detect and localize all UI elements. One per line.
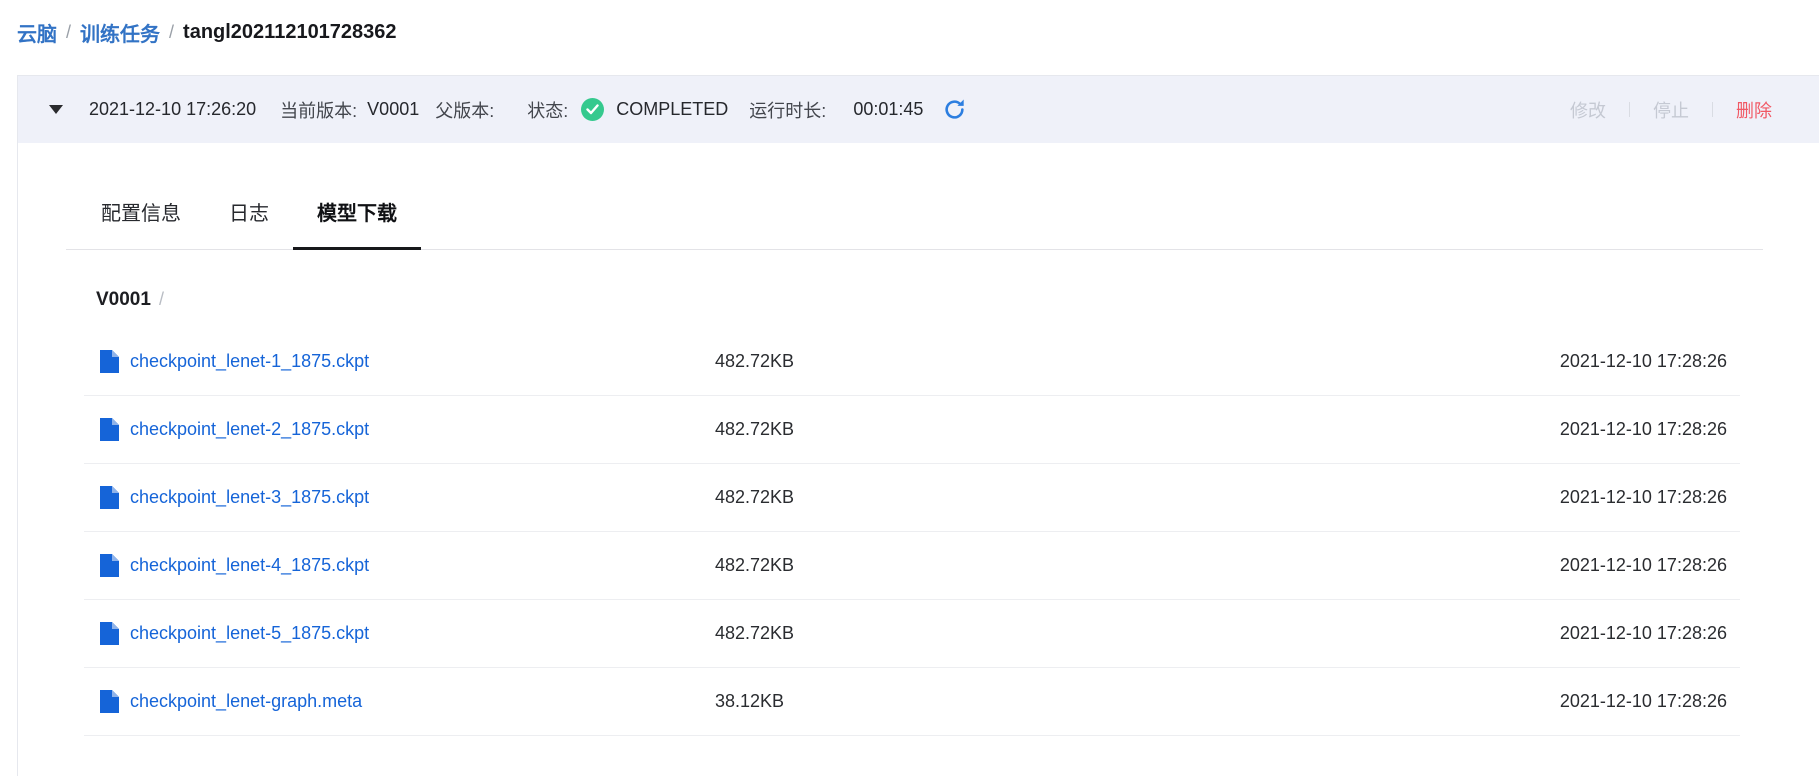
file-modified-time: 2021-12-10 17:28:26 (794, 419, 1740, 440)
file-download-link[interactable]: checkpoint_lenet-2_1875.ckpt (130, 419, 369, 440)
collapse-caret-icon[interactable] (49, 105, 63, 114)
file-size: 482.72KB (715, 623, 794, 644)
table-row: checkpoint_lenet-2_1875.ckpt 482.72KB 20… (84, 396, 1740, 464)
file-icon (100, 486, 119, 509)
file-download-link[interactable]: checkpoint_lenet-graph.meta (130, 691, 362, 712)
file-icon (100, 418, 119, 441)
file-name-cell: checkpoint_lenet-graph.meta (84, 690, 715, 713)
file-modified-time: 2021-12-10 17:28:26 (794, 555, 1740, 576)
file-name-cell: checkpoint_lenet-3_1875.ckpt (84, 486, 715, 509)
table-row: checkpoint_lenet-1_1875.ckpt 482.72KB 20… (84, 328, 1740, 396)
file-name-cell: checkpoint_lenet-2_1875.ckpt (84, 418, 715, 441)
breadcrumb-separator: / (169, 22, 174, 43)
breadcrumb-link-training-tasks[interactable]: 训练任务 (80, 18, 160, 47)
file-size: 38.12KB (715, 691, 784, 712)
tab-model-download[interactable]: 模型下载 (293, 189, 421, 250)
version-path-root[interactable]: V0001 (96, 289, 151, 311)
file-size: 482.72KB (715, 487, 794, 508)
parent-version-label: 父版本: (435, 97, 494, 123)
status-label: 状态: (527, 97, 568, 123)
file-modified-time: 2021-12-10 17:28:26 (784, 691, 1740, 712)
breadcrumb-separator: / (66, 22, 71, 43)
action-divider (1629, 102, 1630, 117)
file-name-cell: checkpoint_lenet-5_1875.ckpt (84, 622, 715, 645)
file-size: 482.72KB (715, 351, 794, 372)
task-detail-card: 2021-12-10 17:26:20 当前版本: V0001 父版本: 状态:… (17, 75, 1819, 776)
check-circle-icon (581, 98, 604, 121)
file-download-link[interactable]: checkpoint_lenet-5_1875.ckpt (130, 623, 369, 644)
breadcrumb-link-cloudbrain[interactable]: 云脑 (17, 18, 57, 47)
file-icon (100, 690, 119, 713)
modify-button[interactable]: 修改 (1570, 97, 1606, 123)
tab-logs[interactable]: 日志 (205, 189, 293, 250)
file-modified-time: 2021-12-10 17:28:26 (794, 487, 1740, 508)
tab-bar: 配置信息 日志 模型下载 (66, 143, 1763, 250)
file-download-link[interactable]: checkpoint_lenet-4_1875.ckpt (130, 555, 369, 576)
current-version-label: 当前版本: (280, 97, 357, 123)
refresh-icon[interactable] (943, 98, 966, 121)
current-version-value: V0001 (367, 99, 419, 120)
file-download-link[interactable]: checkpoint_lenet-1_1875.ckpt (130, 351, 369, 372)
task-created-timestamp: 2021-12-10 17:26:20 (89, 99, 256, 120)
file-size: 482.72KB (715, 555, 794, 576)
duration-label: 运行时长: (749, 97, 826, 123)
duration-value: 00:01:45 (853, 99, 923, 120)
file-download-link[interactable]: checkpoint_lenet-3_1875.ckpt (130, 487, 369, 508)
file-modified-time: 2021-12-10 17:28:26 (794, 351, 1740, 372)
status-badge: COMPLETED (616, 99, 728, 120)
breadcrumb-current-task: tangl202112101728362 (183, 21, 397, 44)
breadcrumb: 云脑 / 训练任务 / tangl202112101728362 (17, 18, 397, 47)
task-actions: 修改 停止 删除 (1570, 97, 1772, 123)
delete-button[interactable]: 删除 (1736, 97, 1772, 123)
file-list: checkpoint_lenet-1_1875.ckpt 482.72KB 20… (84, 328, 1740, 736)
version-path-separator: / (159, 289, 164, 310)
file-icon (100, 350, 119, 373)
table-row: checkpoint_lenet-3_1875.ckpt 482.72KB 20… (84, 464, 1740, 532)
version-path: V0001 / (96, 289, 1819, 311)
table-row: checkpoint_lenet-5_1875.ckpt 482.72KB 20… (84, 600, 1740, 668)
file-icon (100, 622, 119, 645)
file-name-cell: checkpoint_lenet-4_1875.ckpt (84, 554, 715, 577)
table-row: checkpoint_lenet-4_1875.ckpt 482.72KB 20… (84, 532, 1740, 600)
table-row: checkpoint_lenet-graph.meta 38.12KB 2021… (84, 668, 1740, 736)
action-divider (1712, 102, 1713, 117)
task-header-bar: 2021-12-10 17:26:20 当前版本: V0001 父版本: 状态:… (18, 76, 1819, 143)
file-modified-time: 2021-12-10 17:28:26 (794, 623, 1740, 644)
tab-config-info[interactable]: 配置信息 (77, 189, 205, 250)
stop-button[interactable]: 停止 (1653, 97, 1689, 123)
file-size: 482.72KB (715, 419, 794, 440)
file-name-cell: checkpoint_lenet-1_1875.ckpt (84, 350, 715, 373)
file-icon (100, 554, 119, 577)
